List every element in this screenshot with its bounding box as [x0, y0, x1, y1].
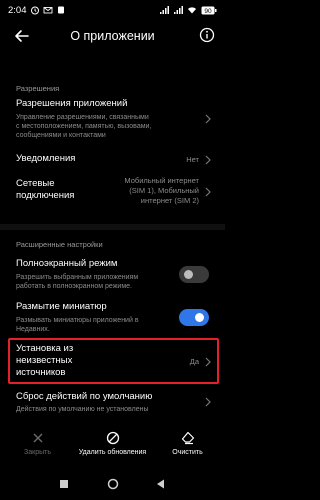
row-subtitle-line: работать в полноэкранном режиме. [16, 283, 132, 290]
row-title: Сброс действий по умолчанию [16, 391, 153, 402]
row-value-line: (SIM 1), Мобильный [129, 186, 199, 195]
row-subtitle-line: сообщениями и контактами [16, 132, 106, 139]
close-icon [33, 433, 42, 443]
battery-icon: 90 [201, 6, 217, 15]
row-subtitle-line: Недавних. [16, 326, 50, 333]
uninstall-updates-button[interactable]: Удалить обновления [75, 425, 150, 456]
row-notifications[interactable]: Уведомления Нет [0, 150, 225, 170]
row-title: Разрешения приложений [16, 98, 128, 109]
row-subtitle: Действия по умолчанию не установлены [16, 406, 149, 413]
wifi-icon [188, 7, 196, 14]
section-header-advanced: Расширенные настройки [16, 240, 103, 249]
signal-2-icon [174, 6, 183, 14]
close-label: Закрыть [24, 449, 51, 456]
blur-toggle[interactable] [179, 309, 209, 326]
row-subtitle-line: Размывать миниатюры приложений в [16, 317, 139, 324]
row-title-line: Сетевые [16, 178, 55, 189]
toggle-knob [195, 313, 204, 322]
mail-icon [43, 7, 53, 14]
row-network[interactable]: Сетевые подключения Мобильный интернет (… [0, 174, 225, 214]
row-subtitle-line: с местоположением, памятью, вызовами, [16, 123, 152, 130]
row-title: Уведомления [16, 153, 76, 164]
chevron-right-icon [205, 114, 211, 124]
clear-label: Очистить [172, 449, 203, 456]
row-value: Нет [186, 155, 199, 164]
bottom-action-bar: Закрыть Удалить обновления Очистить [0, 425, 225, 465]
row-fullscreen[interactable]: Полноэкранный режим Разрешить выбранным … [0, 254, 225, 296]
row-value-line: интернет (SIM 2) [140, 196, 199, 205]
section-divider [0, 224, 225, 230]
chevron-right-icon [205, 397, 211, 407]
app-bar: О приложении [0, 22, 225, 50]
chevron-right-icon [205, 155, 211, 165]
recents-icon[interactable] [58, 478, 70, 490]
block-icon [106, 431, 119, 445]
row-reset-defaults[interactable]: Сброс действий по умолчанию Действия по … [0, 388, 225, 418]
row-subtitle-line: Управление разрешениями, связанными [16, 114, 149, 121]
page-title: О приложении [70, 29, 155, 43]
chevron-right-icon [205, 187, 211, 197]
row-title: Размытие миниатюр [16, 301, 107, 312]
battery-level: 90 [204, 8, 212, 15]
row-subtitle-line: Разрешить выбранным приложениям [16, 274, 139, 281]
fullscreen-toggle[interactable] [179, 266, 209, 283]
back-nav-icon[interactable] [155, 478, 167, 490]
row-app-permissions[interactable]: Разрешения приложений Управление разреше… [0, 94, 225, 148]
close-button[interactable]: Закрыть [0, 425, 75, 456]
system-nav-bar [0, 470, 225, 500]
sim-icon [58, 6, 64, 14]
clear-button[interactable]: Очистить [150, 425, 225, 456]
info-icon[interactable] [199, 27, 215, 43]
row-title: Полноэкранный режим [16, 258, 118, 269]
home-icon[interactable] [107, 478, 119, 490]
status-time: 2:04 [8, 5, 27, 16]
alarm-icon [31, 6, 39, 15]
row-blur-thumbnails[interactable]: Размытие миниатюр Размывать миниатюры пр… [0, 297, 225, 339]
row-title-line: подключения [16, 190, 75, 201]
row-value-line: Мобильный интернет [124, 176, 199, 185]
eraser-icon [181, 431, 194, 445]
status-bar: 2:04 90 [0, 0, 225, 22]
uninstall-updates-label: Удалить обновления [78, 449, 147, 456]
highlight-frame [8, 338, 219, 384]
section-header-permissions: Разрешения [16, 84, 60, 93]
signal-icon [160, 6, 169, 14]
toggle-knob [184, 270, 193, 279]
